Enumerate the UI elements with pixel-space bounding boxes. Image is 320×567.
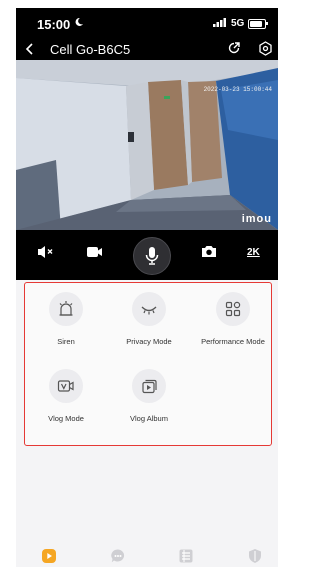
- chat-icon[interactable]: [110, 548, 126, 564]
- battery-icon: [248, 19, 266, 29]
- bottom-nav: [16, 546, 278, 567]
- feature-label: Siren: [57, 337, 75, 346]
- siren-button[interactable]: [49, 292, 83, 326]
- eye-closed-icon: [141, 306, 157, 315]
- play-icon[interactable]: [41, 548, 57, 564]
- feature-performance-mode[interactable]: Performance Mode: [193, 292, 273, 346]
- camera-icon[interactable]: [201, 244, 217, 259]
- control-bar: 2K: [16, 230, 278, 280]
- page-title: Cell Go-B6C5: [50, 42, 131, 57]
- feature-panel: Siren Privacy Mode Performance Mode Vlog…: [24, 282, 272, 446]
- record-icon[interactable]: [86, 244, 104, 260]
- settings-icon[interactable]: [258, 41, 273, 56]
- header: Cell Go-B6C5: [16, 38, 278, 60]
- feature-siren[interactable]: Siren: [26, 292, 106, 346]
- feature-privacy-mode[interactable]: Privacy Mode: [109, 292, 189, 346]
- back-icon[interactable]: [25, 42, 35, 56]
- brand-watermark: imou: [241, 213, 272, 225]
- vlog-mode-button[interactable]: [49, 369, 83, 403]
- list-icon[interactable]: [178, 548, 194, 564]
- vlog-icon: [57, 380, 74, 392]
- network-label: 5G: [231, 18, 245, 29]
- video-feed[interactable]: 2022-03-23 15:00:44 imou: [16, 60, 278, 230]
- feature-label: Vlog Album: [130, 414, 168, 423]
- feature-label: Performance Mode: [201, 337, 265, 346]
- microphone-button[interactable]: [133, 237, 171, 275]
- status-time: 15:00: [37, 17, 71, 32]
- feature-vlog-mode[interactable]: Vlog Mode: [26, 369, 106, 423]
- feature-label: Vlog Mode: [48, 414, 84, 423]
- battery-tip: [266, 22, 268, 25]
- status-bar: 15:00 5G: [16, 8, 278, 38]
- vlog-album-button[interactable]: [132, 369, 166, 403]
- feature-vlog-album[interactable]: Vlog Album: [109, 369, 189, 423]
- mute-icon[interactable]: [37, 244, 55, 260]
- signal-icon: [213, 18, 226, 27]
- performance-mode-button[interactable]: [216, 292, 250, 326]
- microphone-icon: [145, 247, 159, 265]
- moon-icon: [75, 17, 83, 26]
- phone-screen: 15:00 5G Cell Go-B6C5 2022-03-23 15:00:4…: [16, 8, 278, 567]
- grid-icon: [225, 301, 241, 317]
- share-icon[interactable]: [227, 41, 241, 55]
- siren-icon: [59, 301, 73, 316]
- album-icon: [142, 379, 157, 394]
- video-timestamp: 2022-03-23 15:00:44: [203, 86, 272, 93]
- resolution-toggle[interactable]: 2K: [247, 247, 260, 258]
- privacy-mode-button[interactable]: [132, 292, 166, 326]
- feature-label: Privacy Mode: [126, 337, 172, 346]
- shield-icon[interactable]: [247, 548, 263, 564]
